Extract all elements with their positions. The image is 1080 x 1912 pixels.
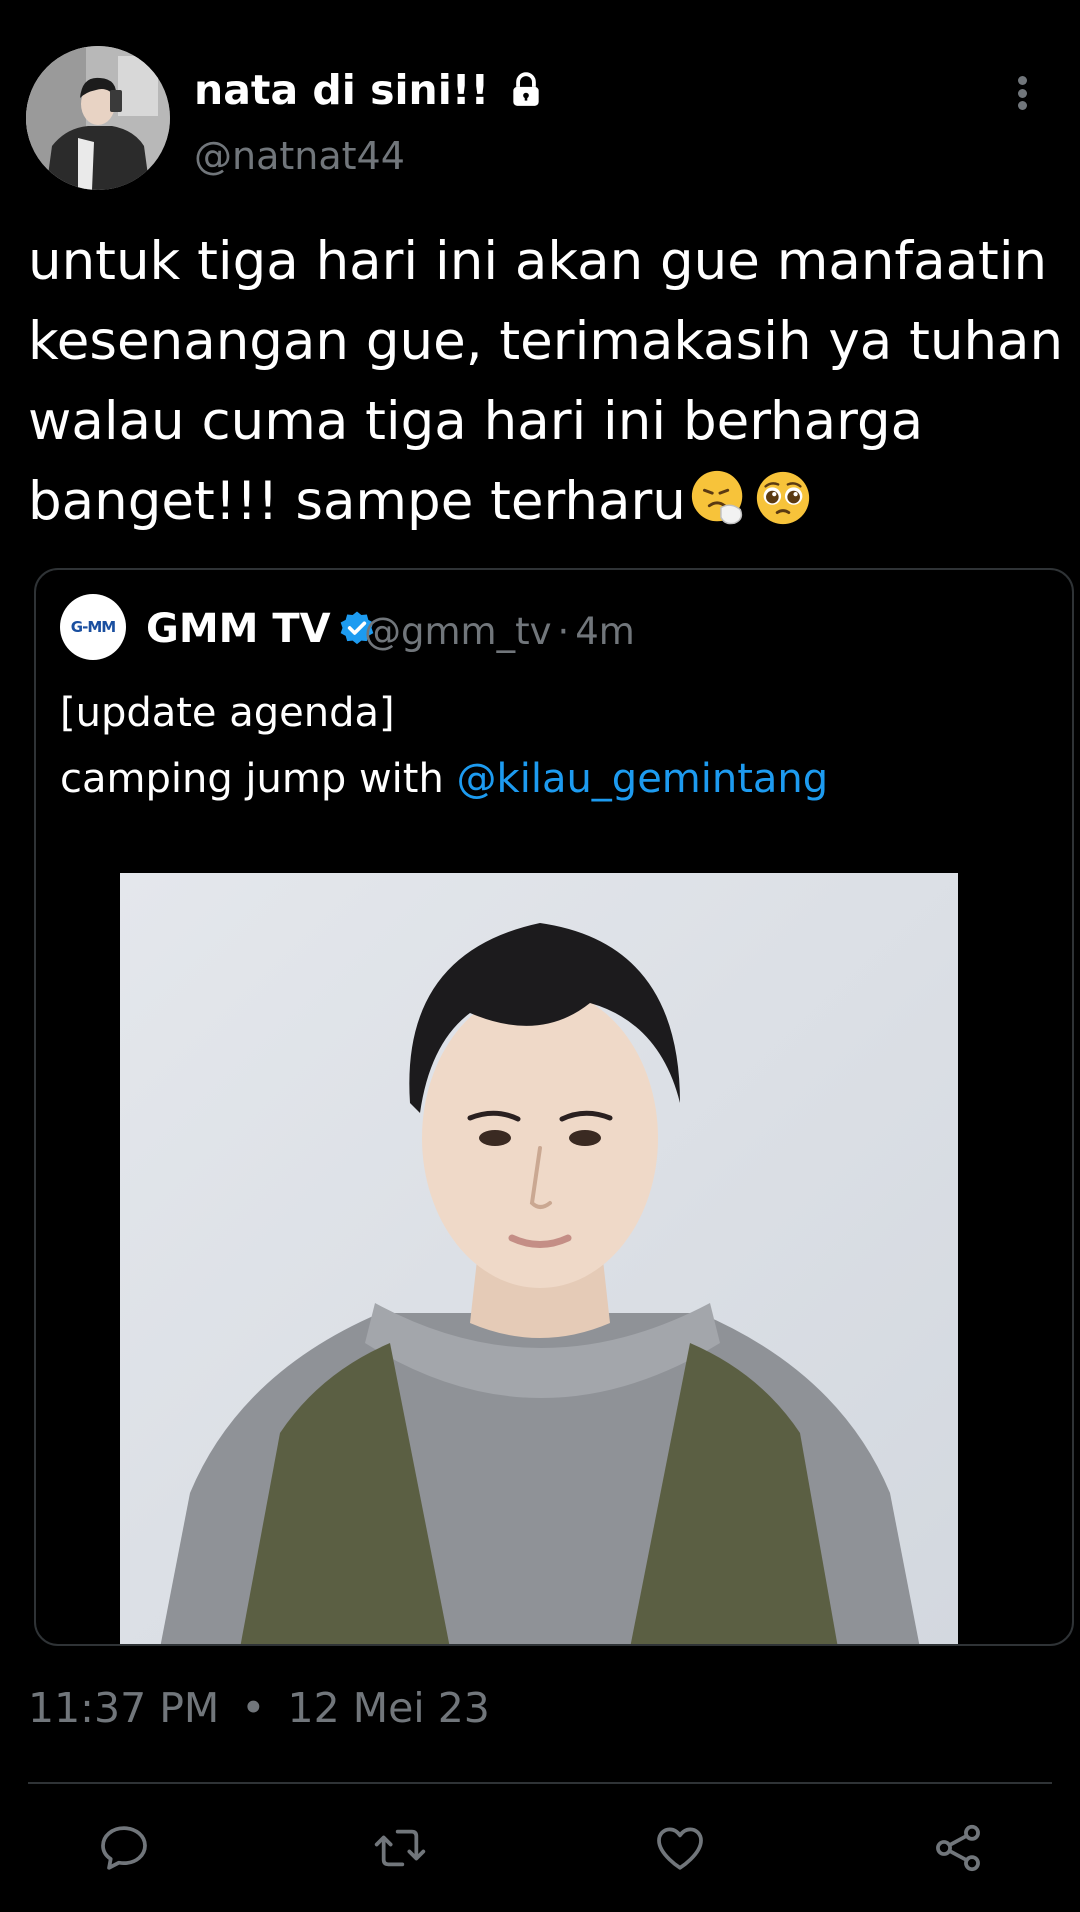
quoted-text: [update agenda] camping jump with @kilau… (60, 680, 1050, 812)
author-display-name[interactable]: nata di sini!! (194, 66, 545, 114)
sneezing-face-emoji (688, 467, 750, 529)
share-icon (936, 1824, 980, 1872)
quoted-text-line: camping jump with @kilau_gemintang (60, 746, 1050, 812)
retweet-button[interactable] (370, 1818, 430, 1878)
tweet-text: untuk tiga hari ini akan gue manfaatin k… (28, 222, 1064, 542)
tweet-text-line: untuk tiga hari ini akan gue manfaatin (28, 231, 1048, 292)
author-name-text: nata di sini!! (194, 66, 490, 114)
more-dot (1017, 76, 1027, 85)
tweet-time: 11:37 PM (28, 1684, 220, 1732)
more-options-icon[interactable] (1004, 68, 1040, 118)
tweet-text-line: kesenangan gue, terimakasih ya tuhan (28, 311, 1064, 372)
quoted-name-text: GMM TV (146, 606, 331, 652)
share-button[interactable] (928, 1818, 988, 1878)
author-avatar-image (26, 46, 170, 190)
timestamp-separator: • (241, 1684, 266, 1732)
reply-icon (101, 1826, 147, 1870)
like-button[interactable] (650, 1818, 710, 1878)
quoted-text-prefix: camping jump with (60, 756, 457, 802)
action-bar (0, 1818, 1080, 1882)
more-dot (1017, 88, 1027, 98)
retweet-icon (374, 1829, 426, 1867)
gmm-logo: G-MM (70, 618, 116, 636)
quoted-separator: · (557, 610, 570, 653)
author-handle[interactable]: @natnat44 (194, 134, 405, 178)
quoted-photo[interactable] (120, 873, 958, 1644)
quoted-handle[interactable]: @gmm_tv (364, 610, 551, 653)
tweet-date: 12 Mei 23 (287, 1684, 490, 1732)
quoted-text-line: [update agenda] (60, 690, 395, 736)
author-avatar[interactable] (26, 46, 170, 190)
mention-link[interactable]: @kilau_gemintang (457, 756, 829, 802)
actions-divider (28, 1782, 1052, 1784)
like-icon (657, 1827, 703, 1870)
pleading-face-emoji (752, 467, 814, 529)
quoted-avatar[interactable]: G-MM (60, 594, 126, 660)
tweet-text-line: walau cuma tiga hari ini berharga (28, 391, 924, 452)
tweet-text-line-last: banget!!! sampe terharu (28, 462, 1058, 542)
quoted-display-name[interactable]: GMM TV (146, 606, 377, 652)
tweet-detail: nata di sini!! @natnat44 untuk tiga hari… (0, 0, 1080, 1912)
lock-icon (507, 70, 545, 110)
tweet-timestamp[interactable]: 11:37 PM • 12 Mei 23 (28, 1684, 490, 1732)
quoted-meta: @gmm_tv · 4m (364, 610, 635, 653)
reply-button[interactable] (94, 1818, 154, 1878)
quoted-tweet-card[interactable]: G-MM GMM TV @gmm_tv · 4m [update agenda] c… (34, 568, 1074, 1646)
tweet-text-segment: banget!!! sampe terharu (28, 471, 686, 532)
portrait-image (120, 873, 958, 1644)
more-dot (1017, 101, 1027, 110)
quoted-age: 4m (575, 610, 635, 653)
